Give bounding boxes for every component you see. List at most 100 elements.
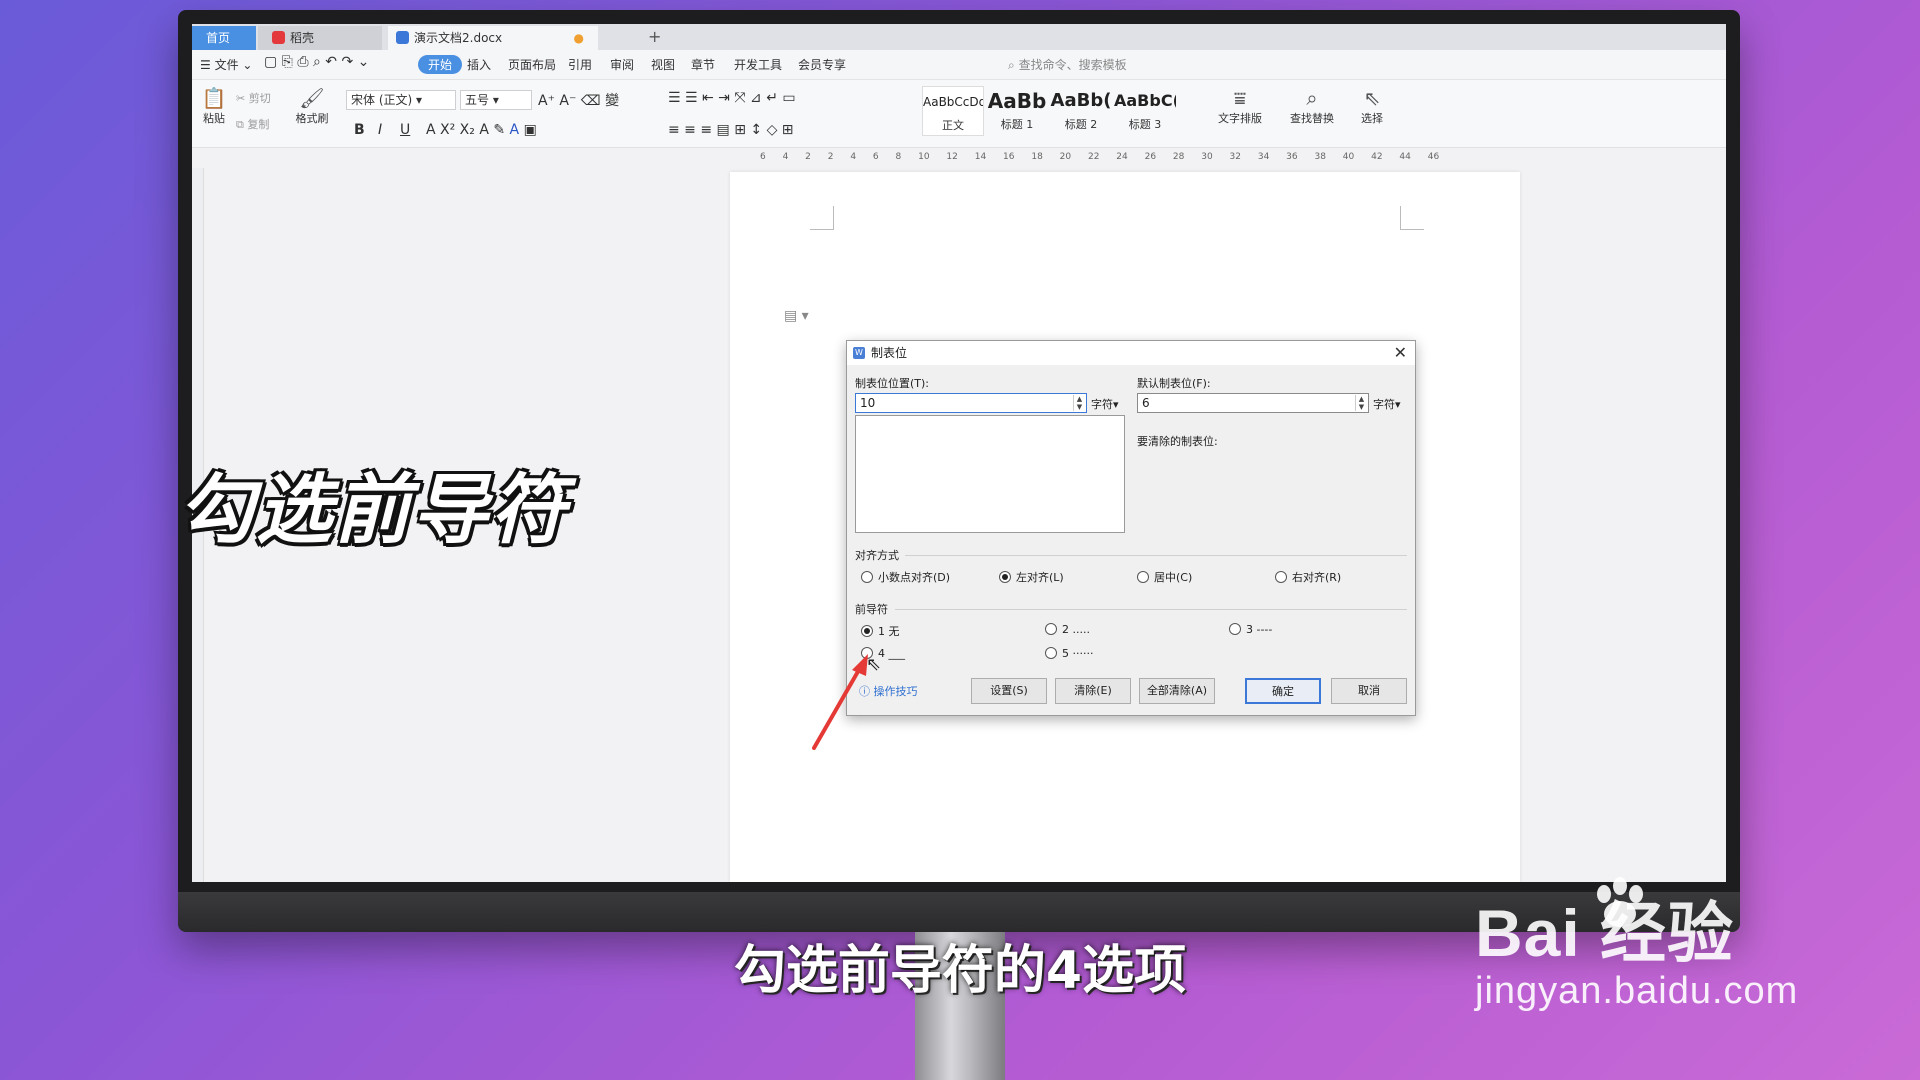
- ribbon-toolbar: 📋 粘贴 ✂ 剪切 ⧉ 复制 🖌 格式刷 宋体 (正文) ▾ 五号 ▾ A⁺ A⁻ …: [192, 80, 1726, 148]
- style-heading-2[interactable]: AaBb(标题 2: [1050, 86, 1112, 136]
- tab-position-input[interactable]: 10 ▲ ▼: [855, 393, 1087, 413]
- radio-dot-selected: [999, 571, 1011, 583]
- tab-bar: 首页 稻壳 演示文档2.docx ● +: [192, 24, 1726, 50]
- select-button[interactable]: ⇖ 选择: [1352, 86, 1392, 126]
- tab-position-unit-label: 字符: [1091, 398, 1113, 411]
- close-icon[interactable]: ✕: [1394, 341, 1407, 365]
- leader-2-label: 2 .....: [1062, 623, 1090, 636]
- new-tab-button[interactable]: +: [648, 27, 661, 46]
- style-heading-1[interactable]: AaBb 标题 1: [986, 86, 1048, 136]
- align-decimal-radio[interactable]: 小数点对齐(D): [861, 569, 950, 585]
- style-h1-preview: AaBb: [987, 89, 1047, 113]
- horizontal-ruler[interactable]: 6 4 2 2 4 6 8 10 12 14 16 18 20 22 24 26…: [192, 148, 1726, 168]
- quick-access-icons[interactable]: ▢ ⎘ ⎙ ⌕ ↶ ↷ ⌄: [264, 54, 369, 70]
- tab-position-unit[interactable]: 字符▾: [1091, 396, 1119, 412]
- align-left-radio[interactable]: 左对齐(L): [999, 569, 1064, 585]
- leader-dashes-radio[interactable]: 3 ----: [1229, 623, 1272, 636]
- menu-page-layout[interactable]: 页面布局: [508, 56, 556, 73]
- text-layout-icon: ⩸: [1233, 86, 1247, 110]
- text-layout-button[interactable]: ⩸ 文字排版: [1210, 86, 1270, 126]
- magnifier-icon: ⌕: [1306, 86, 1318, 110]
- default-tab-unit-label: 字符: [1373, 398, 1395, 411]
- format-painter-button[interactable]: 🖌 格式刷: [292, 86, 332, 126]
- watermark-main: Bai 经验: [1475, 896, 1735, 970]
- font-grow-icons[interactable]: A⁺ A⁻ ⌫ 變: [538, 90, 619, 110]
- font-family-select[interactable]: 宋体 (正文) ▾: [346, 90, 456, 110]
- dialog-title: 制表位: [871, 346, 908, 360]
- clear-all-button[interactable]: 全部清除(A): [1139, 678, 1215, 704]
- underline-button[interactable]: U: [400, 122, 410, 138]
- font-effects-icons[interactable]: A X² X₂ A ✎ A ▣: [426, 122, 537, 138]
- menu-developer[interactable]: 开发工具: [734, 56, 782, 73]
- default-tab-spinner[interactable]: ▲ ▼: [1355, 395, 1367, 411]
- list-indent-icons[interactable]: ☰ ☰ ⇤ ⇥ ⤧ ⊿ ↵ ▭: [668, 90, 796, 106]
- tab-position-spinner[interactable]: ▲ ▼: [1073, 395, 1085, 411]
- alignment-label: 对齐方式: [855, 549, 899, 562]
- cut-button[interactable]: ✂ 剪切: [236, 90, 271, 106]
- align-center-label: 居中(C): [1154, 571, 1193, 584]
- leader-middots-radio[interactable]: 5 ······: [1045, 647, 1093, 660]
- tab-daoke[interactable]: 稻壳: [258, 26, 382, 50]
- menu-insert[interactable]: 插入: [467, 56, 491, 73]
- style-h1-label: 标题 1: [1000, 118, 1034, 131]
- menu-references[interactable]: 引用: [568, 56, 592, 73]
- align-center-radio[interactable]: 居中(C): [1137, 569, 1192, 585]
- ok-button[interactable]: 确定: [1245, 678, 1321, 704]
- menu-file[interactable]: ☰ 文件 ⌄: [200, 56, 252, 73]
- default-tab-input[interactable]: 6 ▲ ▼: [1137, 393, 1369, 413]
- tab-daoke-label: 稻壳: [290, 31, 315, 45]
- tutorial-caption: 勾选前导符: [178, 465, 568, 554]
- align-decimal-label: 小数点对齐(D): [878, 571, 951, 584]
- align-left-label: 左对齐(L): [1016, 571, 1064, 584]
- default-tab-unit[interactable]: 字符▾: [1373, 396, 1401, 412]
- paste-label: 粘贴: [203, 112, 225, 125]
- bold-button[interactable]: B: [354, 122, 365, 138]
- find-replace-button[interactable]: ⌕ 查找替换: [1282, 86, 1342, 126]
- style-h2-preview: AaBb(: [1050, 90, 1112, 111]
- cursor-icon: ⇖: [1363, 86, 1381, 110]
- menu-section[interactable]: 章节: [691, 56, 715, 73]
- style-h3-preview: AaBbC(: [1114, 91, 1176, 110]
- copy-label: 复制: [247, 118, 270, 131]
- clear-button[interactable]: 清除(E): [1055, 678, 1131, 704]
- radio-dot: [1229, 623, 1241, 635]
- tab-document-label: 演示文档2.docx: [414, 31, 503, 45]
- menu-view[interactable]: 视图: [651, 56, 675, 73]
- menu-member[interactable]: 会员专享: [798, 56, 846, 73]
- tab-position-label: 制表位位置(T):: [855, 377, 930, 390]
- tab-position-value: 10: [860, 396, 876, 410]
- menu-review[interactable]: 审阅: [610, 56, 634, 73]
- radio-dot: [1045, 623, 1057, 635]
- tab-stops-list[interactable]: [855, 415, 1125, 533]
- style-normal[interactable]: AaBbCcDd 正文: [922, 86, 984, 136]
- font-size-select[interactable]: 五号 ▾: [460, 90, 532, 110]
- default-tab-label: 默认制表位(F):: [1137, 377, 1211, 390]
- set-button[interactable]: 设置(S): [971, 678, 1047, 704]
- mouse-cursor-icon: ⇖: [866, 654, 882, 675]
- italic-button[interactable]: I: [378, 122, 382, 138]
- cut-label: 剪切: [248, 92, 271, 105]
- paste-button[interactable]: 📋 粘贴: [198, 86, 230, 126]
- style-heading-3[interactable]: AaBbC(标题 3: [1114, 86, 1176, 136]
- tab-home[interactable]: 首页: [192, 26, 256, 50]
- leader-dots-radio[interactable]: 2 .....: [1045, 623, 1090, 636]
- font-family-value: 宋体 (正文): [351, 93, 413, 107]
- text-layout-label: 文字排版: [1218, 112, 1262, 125]
- copy-button[interactable]: ⧉ 复制: [236, 116, 269, 132]
- leader-none-radio[interactable]: 1 无: [861, 623, 900, 639]
- menu-home[interactable]: 开始: [418, 55, 463, 74]
- style-normal-preview: AaBbCcDd: [923, 95, 983, 109]
- leader-label: 前导符: [855, 603, 888, 616]
- leader-4-label: 4 ___: [878, 647, 905, 660]
- cancel-button[interactable]: 取消: [1331, 678, 1407, 704]
- tab-document[interactable]: 演示文档2.docx ●: [388, 26, 598, 50]
- radio-dot: [861, 571, 873, 583]
- leader-1-label: 1 无: [878, 625, 900, 638]
- align-right-radio[interactable]: 右对齐(R): [1275, 569, 1341, 585]
- leader-3-label: 3 ----: [1246, 623, 1273, 636]
- command-search[interactable]: ⌕ 查找命令、搜索模板: [1008, 56, 1127, 73]
- paragraph-align-icons[interactable]: ≡ ≡ ≡ ▤ ⊞ ↕ ◇ ⊞: [668, 122, 794, 138]
- paragraph-marker-icon[interactable]: ▤ ▾: [784, 308, 809, 324]
- alignment-separator: [905, 555, 1407, 556]
- radio-dot: [1045, 647, 1057, 659]
